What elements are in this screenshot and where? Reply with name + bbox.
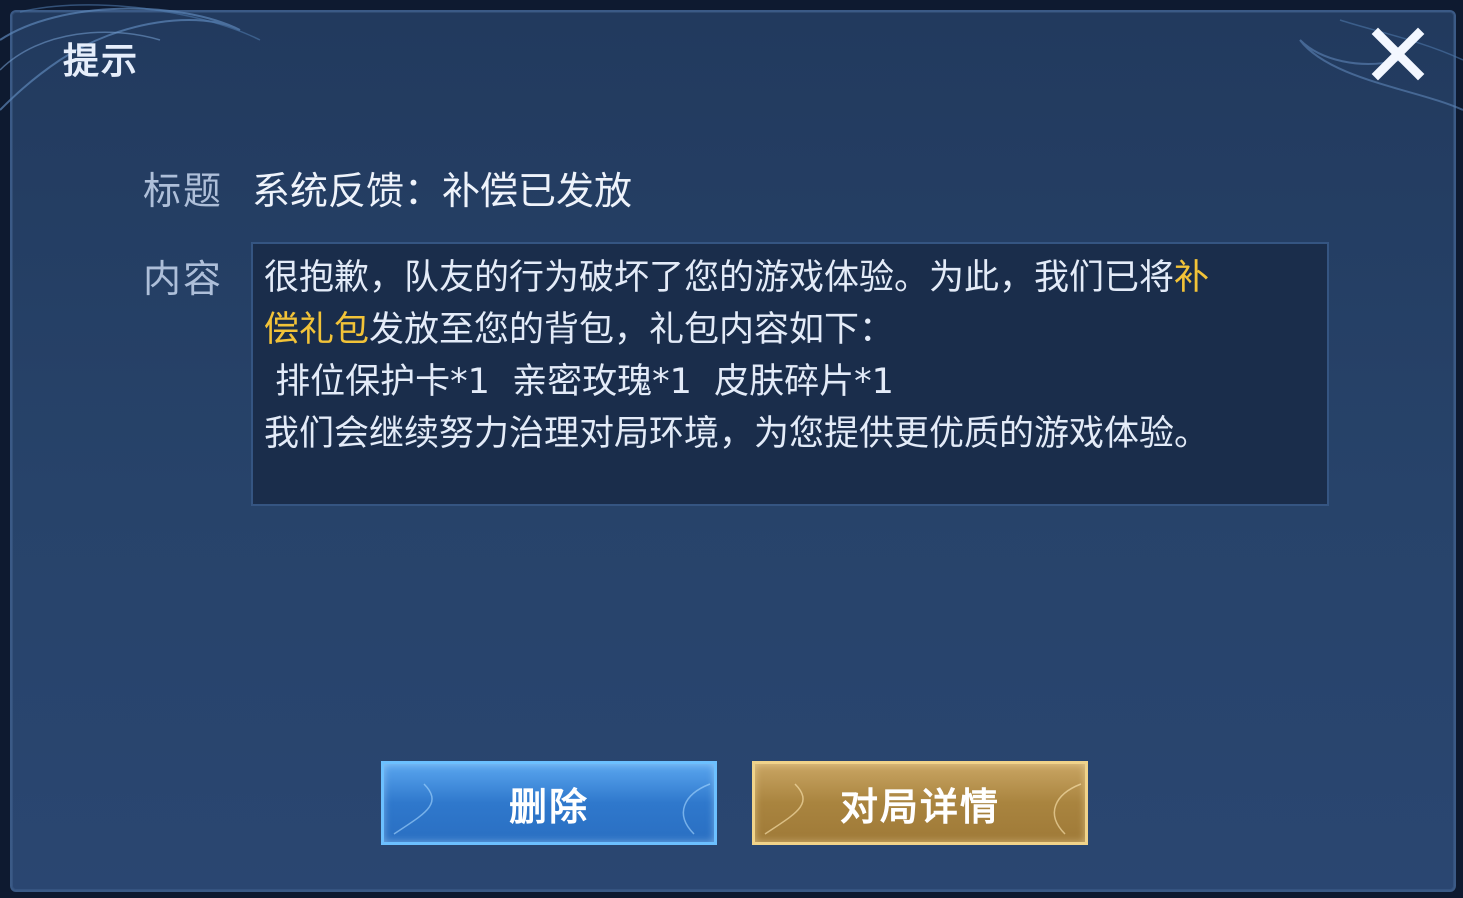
content-line-1: 很抱歉，队友的行为破坏了您的游戏体验。为此，我们已将补 bbox=[264, 252, 1317, 304]
content-box: 很抱歉，队友的行为破坏了您的游戏体验。为此，我们已将补 偿礼包发放至您的背包，礼… bbox=[251, 242, 1329, 506]
match-details-button-label: 对局详情 bbox=[839, 784, 1000, 829]
content-line-1-text: 很抱歉，队友的行为破坏了您的游戏体验。为此，我们已将 bbox=[264, 258, 1175, 298]
close-button[interactable] bbox=[1368, 24, 1428, 84]
delete-button-label: 删除 bbox=[508, 784, 589, 829]
match-details-button[interactable]: 对局详情 bbox=[752, 761, 1088, 845]
content-line-2-text: 发放至您的背包，礼包内容如下： bbox=[369, 310, 895, 350]
subject-label: 标题 bbox=[143, 169, 224, 213]
subject-text: 系统反馈：补偿已发放 bbox=[252, 169, 633, 213]
reward-highlight: 补 bbox=[1174, 258, 1210, 298]
content-label: 内容 bbox=[143, 257, 224, 301]
reward-highlight: 偿礼包 bbox=[264, 310, 370, 350]
dialog-title: 提示 bbox=[63, 41, 140, 82]
delete-button[interactable]: 删除 bbox=[381, 761, 717, 845]
content-line-4: 我们会继续努力治理对局环境，为您提供更优质的游戏体验。 bbox=[264, 414, 1210, 454]
reward-items-line: 排位保护卡*1 亲密玫瑰*1 皮肤碎片*1 bbox=[264, 362, 894, 402]
content-line-2: 偿礼包发放至您的背包，礼包内容如下： bbox=[264, 304, 1317, 356]
close-icon bbox=[1371, 27, 1425, 81]
